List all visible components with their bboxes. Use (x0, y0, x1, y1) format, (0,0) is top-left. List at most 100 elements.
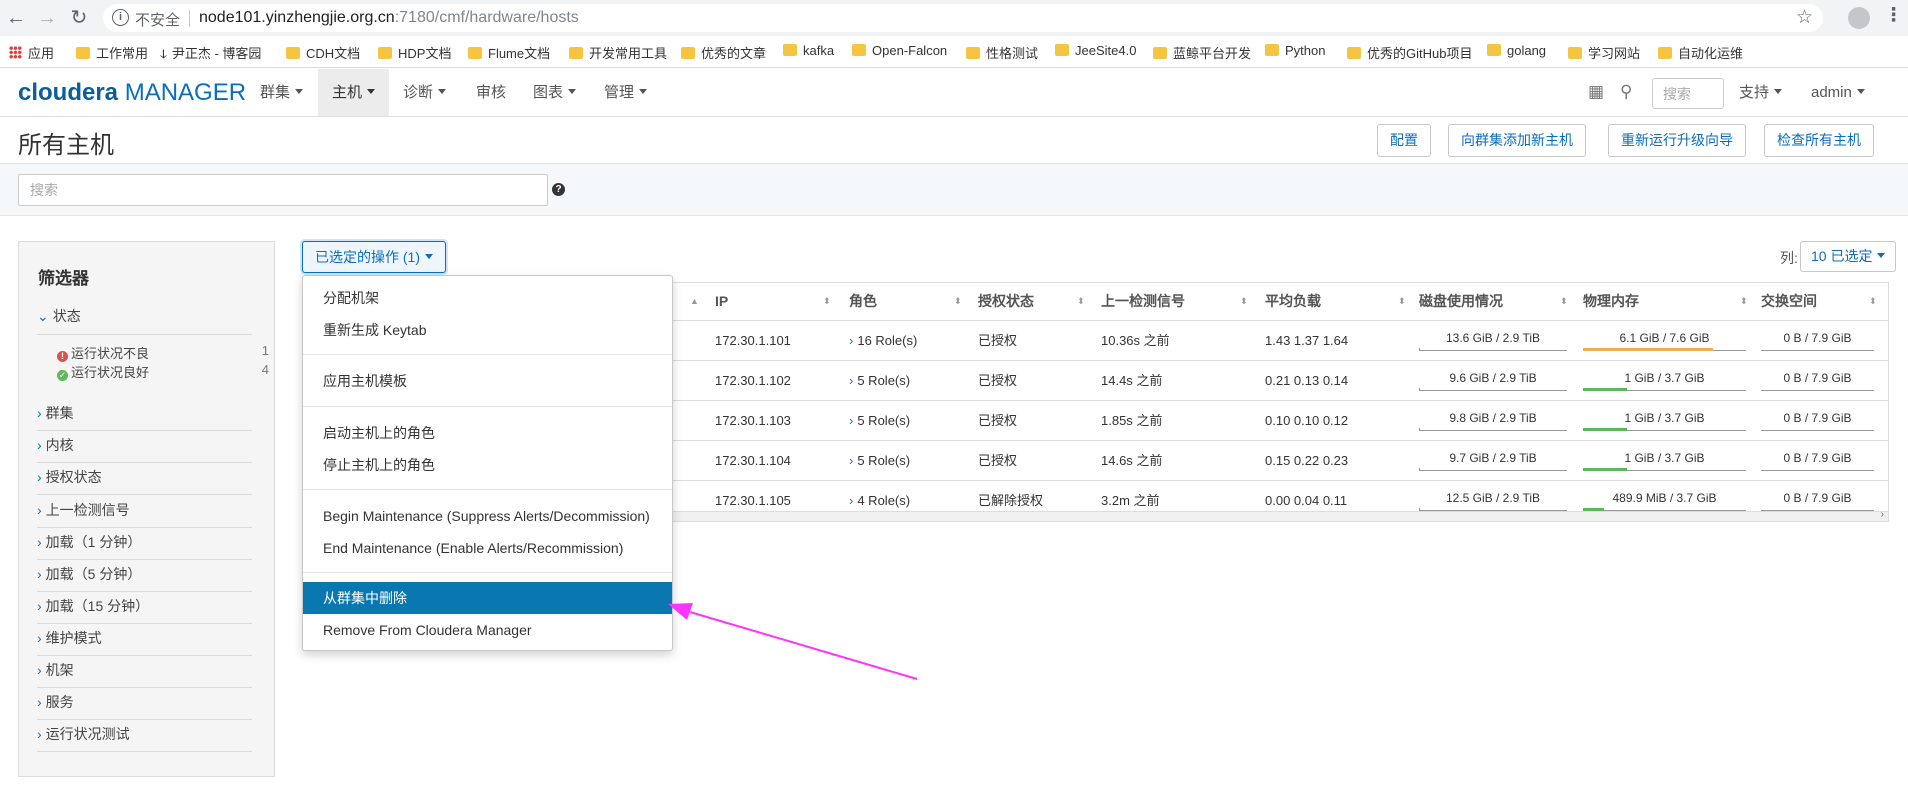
col-ip[interactable]: IP (715, 283, 728, 319)
col-last-heartbeat[interactable]: 上一检测信号 (1101, 283, 1185, 319)
nav-hosts[interactable]: 主机 (318, 69, 390, 116)
selected-actions-button[interactable]: 已选定的操作 (1) (302, 241, 446, 273)
url-text[interactable]: node101.yinzhengjie.org.cn:7180/cmf/hard… (199, 9, 579, 27)
filter-status-good[interactable]: ✓ 运行状况良好 4 (57, 362, 269, 381)
bookmark-item[interactable]: 学习网站 (1568, 43, 1640, 62)
filter-health-test[interactable]: › 运行状况测试 (37, 724, 252, 752)
cloudera-logo[interactable]: cloudera MANAGER (18, 79, 246, 107)
cell-ip[interactable]: 172.30.1.103 (715, 401, 791, 441)
add-hosts-button[interactable]: 向群集添加新主机 (1448, 124, 1586, 157)
gift-icon[interactable]: ▦ (1588, 82, 1604, 102)
col-roles[interactable]: 角色 (849, 283, 877, 319)
bookmark-item[interactable]: golang (1487, 43, 1546, 58)
cell-ip[interactable]: 172.30.1.102 (715, 361, 791, 401)
nav-clusters[interactable]: 群集 (246, 69, 317, 116)
reload-icon[interactable]: ↻ (67, 6, 91, 30)
cell-roles[interactable]: › 5 Role(s) (849, 441, 910, 481)
cell-ip[interactable]: 172.30.1.104 (715, 441, 791, 481)
sort-icon[interactable]: ⬍ (1398, 283, 1406, 319)
nav-diagnostics[interactable]: 诊断 (389, 69, 460, 116)
back-icon[interactable]: ← (4, 6, 28, 30)
sort-icon[interactable]: ⬍ (954, 283, 962, 319)
menu-divider (303, 406, 672, 407)
sort-icon[interactable]: ▲ (690, 283, 699, 319)
nav-support[interactable]: 支持 (1725, 69, 1796, 116)
menu-apply-host-template[interactable]: 应用主机模板 (303, 365, 672, 397)
filter-cluster[interactable]: › 群集 (37, 403, 252, 431)
col-avg-load[interactable]: 平均负载 (1265, 283, 1321, 319)
cell-roles[interactable]: › 16 Role(s) (849, 321, 917, 361)
forward-icon[interactable]: → (35, 6, 59, 30)
nav-charts[interactable]: 图表 (519, 69, 590, 116)
menu-remove-from-cloudera-manager[interactable]: Remove From Cloudera Manager (303, 614, 672, 646)
info-icon[interactable]: i (112, 9, 129, 26)
menu-assign-rack[interactable]: 分配机架 (303, 282, 672, 314)
columns-select-button[interactable]: 10 已选定 (1800, 241, 1897, 272)
bookmark-item[interactable]: kafka (783, 43, 834, 58)
bookmark-item[interactable]: 蓝鲸平台开发 (1153, 43, 1251, 62)
bookmark-item[interactable]: 开发常用工具 (569, 43, 667, 62)
nav-audits[interactable]: 审核 (462, 69, 520, 116)
bookmark-item[interactable]: ↆ 尹正杰 - 博客园 (160, 43, 261, 62)
bookmark-item[interactable]: 自动化运维 (1658, 43, 1743, 62)
scroll-right-icon[interactable]: › (1881, 509, 1884, 520)
cell-roles[interactable]: › 5 Role(s) (849, 401, 910, 441)
col-physical-memory[interactable]: 物理内存 (1583, 283, 1639, 319)
bookmark-item[interactable]: 工作常用 (76, 43, 148, 62)
sort-icon[interactable]: ⬍ (1869, 283, 1877, 319)
bookmark-apps[interactable]: 应用 (9, 43, 54, 62)
filter-status-bad[interactable]: ! 运行状况不良 1 (57, 343, 269, 362)
filter-load-1min[interactable]: › 加载（1 分钟） (37, 532, 252, 560)
cell-roles[interactable]: › 5 Role(s) (849, 361, 910, 401)
header-search-input[interactable] (1652, 78, 1724, 109)
configure-button[interactable]: 配置 (1377, 124, 1431, 157)
sort-icon[interactable]: ⬍ (823, 283, 831, 319)
col-swap[interactable]: 交换空间 (1761, 283, 1817, 319)
menu-end-maintenance[interactable]: End Maintenance (Enable Alerts/Recommiss… (303, 532, 672, 564)
sort-icon[interactable]: ⬍ (1240, 283, 1248, 319)
chevron-right-icon: › (37, 662, 42, 678)
nav-admin[interactable]: 管理 (590, 69, 661, 116)
filter-rack[interactable]: › 机架 (37, 660, 252, 688)
profile-avatar[interactable] (1848, 7, 1870, 29)
address-bar[interactable]: i 不安全 node101.yinzhengjie.org.cn:7180/cm… (103, 4, 1823, 32)
bookmark-item[interactable]: Python (1265, 43, 1325, 58)
bookmark-item[interactable]: HDP文档 (378, 43, 451, 62)
col-auth-status[interactable]: 授权状态 (978, 283, 1034, 319)
bookmark-item[interactable]: 性格测试 (966, 43, 1038, 62)
menu-remove-from-cluster[interactable]: 从群集中删除 (303, 582, 672, 614)
bookmark-star-icon[interactable]: ☆ (1796, 6, 1813, 29)
menu-stop-roles[interactable]: 停止主机上的角色 (303, 449, 672, 481)
sort-icon[interactable]: ⬍ (1560, 283, 1568, 319)
filter-last-heartbeat[interactable]: › 上一检测信号 (37, 500, 252, 528)
menu-start-roles[interactable]: 启动主机上的角色 (303, 417, 672, 449)
browser-menu-icon[interactable]: ⋮ (1884, 4, 1903, 27)
bookmark-item[interactable]: 优秀的文章 (681, 43, 766, 62)
bookmark-item[interactable]: 优秀的GitHub项目 (1347, 43, 1472, 62)
chevron-right-icon: › (37, 405, 42, 421)
menu-begin-maintenance[interactable]: Begin Maintenance (Suppress Alerts/Decom… (303, 500, 672, 532)
bookmark-item[interactable]: CDH文档 (286, 43, 360, 62)
inspect-all-hosts-button[interactable]: 检查所有主机 (1764, 124, 1874, 157)
help-icon[interactable]: ? (552, 183, 565, 196)
filter-kernel[interactable]: › 内核 (37, 435, 252, 463)
sort-icon[interactable]: ⬍ (1077, 283, 1085, 319)
host-search-input[interactable] (18, 174, 548, 206)
rerun-upgrade-wizard-button[interactable]: 重新运行升级向导 (1608, 124, 1746, 157)
filter-load-5min[interactable]: › 加载（5 分钟） (37, 564, 252, 592)
filter-service[interactable]: › 服务 (37, 692, 252, 720)
memory-bar: 1 GiB / 3.7 GiB (1583, 449, 1746, 471)
filter-status[interactable]: ⌄ 状态 (37, 306, 252, 335)
parcel-icon[interactable]: ⚲ (1620, 82, 1632, 102)
filter-auth-status[interactable]: › 授权状态 (37, 467, 252, 495)
bookmark-item[interactable]: Open-Falcon (852, 43, 947, 58)
filter-load-15min[interactable]: › 加载（15 分钟） (37, 596, 252, 624)
cell-ip[interactable]: 172.30.1.101 (715, 321, 791, 361)
col-disk-usage[interactable]: 磁盘使用情况 (1419, 283, 1503, 319)
sort-icon[interactable]: ⬍ (1740, 283, 1748, 319)
filter-maintenance-mode[interactable]: › 维护模式 (37, 628, 252, 656)
bookmark-item[interactable]: JeeSite4.0 (1055, 43, 1136, 58)
nav-user[interactable]: admin (1797, 69, 1879, 116)
menu-regenerate-keytab[interactable]: 重新生成 Keytab (303, 314, 672, 346)
bookmark-item[interactable]: Flume文档 (468, 43, 550, 62)
